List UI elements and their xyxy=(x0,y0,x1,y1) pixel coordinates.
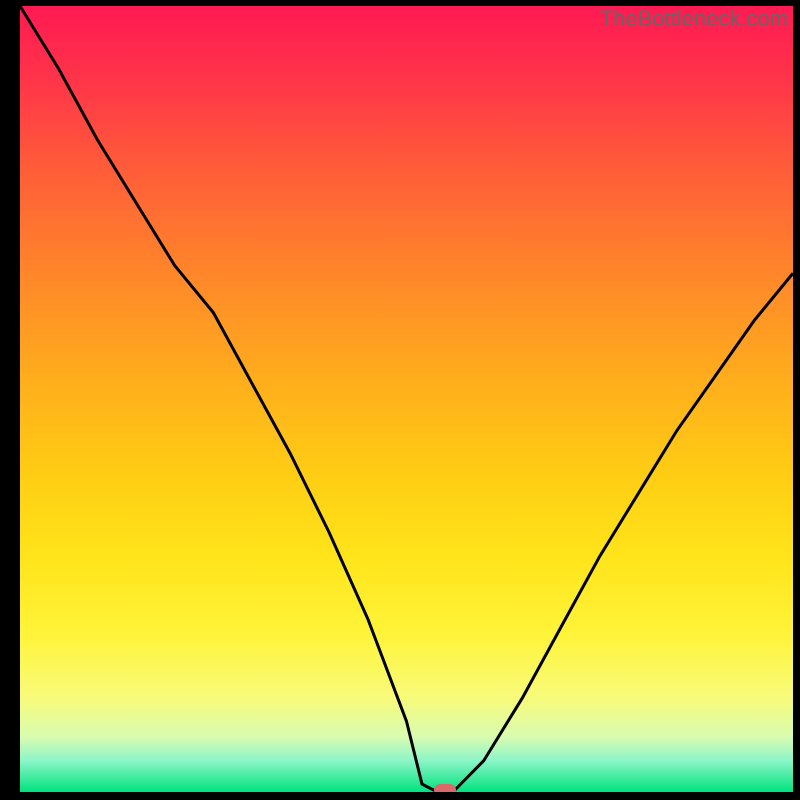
bottleneck-curve xyxy=(20,6,793,792)
chart-plot-area xyxy=(20,6,793,792)
watermark-text: TheBottleneck.com xyxy=(600,6,788,32)
optimal-point-marker xyxy=(434,784,456,792)
